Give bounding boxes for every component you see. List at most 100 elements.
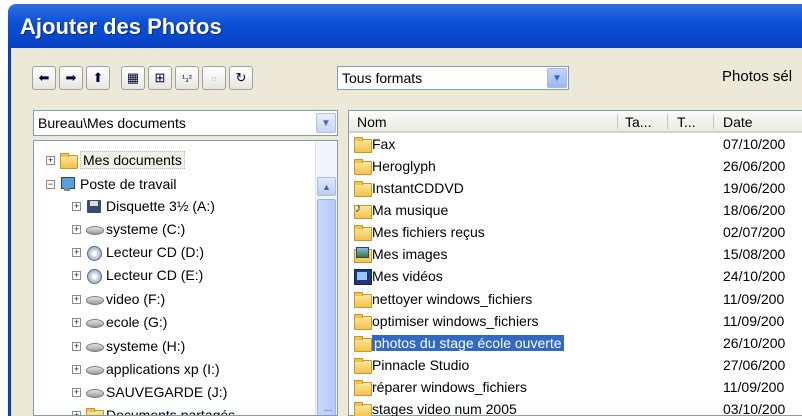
file-name: Heroglyph <box>372 158 436 174</box>
expand-icon[interactable]: + <box>72 341 81 351</box>
tree-item-label: Mes documents <box>80 151 185 169</box>
music-folder-icon <box>353 200 372 219</box>
file-name: Mes vidéos <box>372 268 443 284</box>
list-item[interactable]: stages video num 2005 03/10/200 <box>349 400 802 416</box>
chevron-down-icon[interactable]: ▼ <box>316 113 336 133</box>
column-divider[interactable] <box>617 114 618 129</box>
scroll-up-icon[interactable]: ▲ <box>317 177 336 196</box>
column-header-type[interactable]: T... <box>677 114 696 130</box>
chevron-down-icon[interactable]: ▼ <box>547 68 567 88</box>
view-thumbnails-button[interactable]: ▦ <box>121 66 145 90</box>
file-date: 26/10/200 <box>723 335 786 351</box>
column-header-date[interactable]: Date <box>723 114 753 130</box>
file-name: réparer windows_fichiers <box>372 379 527 395</box>
expand-icon[interactable]: + <box>72 224 81 234</box>
cd-icon <box>85 267 103 284</box>
collapse-icon[interactable]: − <box>46 179 55 189</box>
list-item[interactable]: Mes vidéos 24/10/200 <box>349 267 802 288</box>
toolbar: ⬅ ➡ ⬆ ▦ ⊞ ¹₃² ▫ ↻ <box>32 66 253 92</box>
expand-icon[interactable]: + <box>72 387 81 397</box>
tree-item-drive-c[interactable]: + systeme (C:) <box>72 218 185 240</box>
computer-icon <box>59 176 77 192</box>
column-header-size[interactable]: Ta... <box>625 114 651 130</box>
file-date: 27/06/200 <box>723 357 786 373</box>
tree-item-floppy[interactable]: + Disquette 3½ (A:) <box>72 195 215 217</box>
file-name: InstantCDDVD <box>372 180 464 196</box>
list-item[interactable]: Fax 07/10/200 <box>349 135 802 156</box>
view-tree-button[interactable]: ⊞ <box>148 66 172 90</box>
drive-icon <box>85 338 104 354</box>
folder-up-icon: ⬆ <box>92 70 104 85</box>
file-date: 24/10/200 <box>723 268 786 284</box>
expand-icon[interactable]: + <box>46 155 55 165</box>
drive-icon <box>85 384 104 400</box>
file-name: photos du stage école ouverte <box>372 335 564 351</box>
sort-numeric-icon: ¹₃² <box>182 73 192 83</box>
tree-item-drive-j[interactable]: + SAUVEGARDE (J:) <box>72 381 227 403</box>
list-item[interactable]: Mes fichiers reçus 02/07/200 <box>349 223 802 244</box>
expand-icon[interactable]: + <box>72 294 81 304</box>
folder-icon <box>353 401 372 416</box>
up-folder-button[interactable]: ⬆ <box>86 66 110 90</box>
drive-icon <box>85 314 104 330</box>
list-item[interactable]: Mes images 15/08/200 <box>349 245 802 266</box>
tree-scrollbar[interactable]: ▲ <box>315 141 337 415</box>
expand-icon[interactable]: + <box>72 317 81 327</box>
folder-icon <box>353 136 372 153</box>
tree-item-label: Documents partagés <box>106 407 236 416</box>
tree-item-drive-h[interactable]: + systeme (H:) <box>72 335 185 357</box>
list-item[interactable]: réparer windows_fichiers 11/09/200 <box>349 378 802 399</box>
tree-item-drive-f[interactable]: + video (F:) <box>72 288 165 310</box>
list-header: Nom Ta... T... Date <box>349 111 802 133</box>
column-header-name[interactable]: Nom <box>357 114 387 130</box>
expand-icon[interactable]: + <box>72 270 81 280</box>
list-item[interactable]: Ma musique 18/06/200 <box>349 200 802 222</box>
drive-icon <box>85 221 104 237</box>
tree-item-drive-e[interactable]: + Lecteur CD (E:) <box>72 264 203 286</box>
tree-item-drive-g[interactable]: + ecole (G:) <box>72 311 167 333</box>
tree-item-label: ecole (G:) <box>106 314 168 330</box>
file-name: Mes fichiers reçus <box>372 224 485 240</box>
file-date: 26/06/200 <box>723 158 786 174</box>
tree-item-label: applications xp (I:) <box>106 361 220 377</box>
tree-item-label: systeme (C:) <box>106 221 186 237</box>
folder-icon <box>353 158 372 175</box>
folder-icon <box>353 180 372 197</box>
expand-icon[interactable]: + <box>72 201 81 211</box>
tree-item-label: Poste de travail <box>80 176 177 192</box>
expand-icon[interactable]: + <box>72 410 81 415</box>
arrow-left-icon: ⬅ <box>38 70 50 85</box>
expand-icon[interactable]: + <box>72 247 81 257</box>
back-button[interactable]: ⬅ <box>32 66 56 90</box>
refresh-icon: ↻ <box>235 70 247 85</box>
expand-icon[interactable]: + <box>72 364 81 374</box>
folder-icon <box>85 407 104 415</box>
format-select[interactable]: Tous formats ▼ <box>337 66 569 90</box>
scroll-thumb[interactable] <box>317 199 336 415</box>
pictures-folder-icon <box>353 246 372 263</box>
column-divider[interactable] <box>713 114 714 129</box>
file-date: 11/09/200 <box>723 313 785 329</box>
folder-icon <box>353 313 372 330</box>
tree-item-drive-i[interactable]: + applications xp (I:) <box>72 358 220 380</box>
refresh-button[interactable]: ↻ <box>229 66 253 90</box>
tree-item-label: Disquette 3½ (A:) <box>106 198 215 214</box>
blank-icon: ▫ <box>211 70 217 86</box>
file-name: nettoyer windows_fichiers <box>372 291 533 307</box>
tree-item-poste-de-travail[interactable]: − Poste de travail <box>46 173 177 195</box>
file-name: Pinnacle Studio <box>372 357 470 373</box>
tree-item-documents-partages[interactable]: + Documents partagés <box>72 404 236 416</box>
path-dropdown[interactable]: Bureau\Mes documents ▼ <box>33 110 338 136</box>
list-item[interactable]: InstantCDDVD 19/06/200 <box>349 179 802 200</box>
arrow-right-icon: ➡ <box>65 70 77 85</box>
list-item[interactable]: nettoyer windows_fichiers 11/09/200 <box>349 290 802 311</box>
list-item[interactable]: optimiser windows_fichiers 11/09/200 <box>349 312 802 333</box>
list-item-selected[interactable]: photos du stage école ouverte 26/10/200 <box>349 334 802 355</box>
list-item[interactable]: Heroglyph 26/06/200 <box>349 157 802 178</box>
forward-button[interactable]: ➡ <box>59 66 83 90</box>
list-item[interactable]: Pinnacle Studio 27/06/200 <box>349 356 802 377</box>
sort-button[interactable]: ¹₃² <box>175 66 199 90</box>
tree-item-mes-documents[interactable]: + Mes documents <box>46 149 185 171</box>
tree-item-drive-d[interactable]: + Lecteur CD (D:) <box>72 241 204 263</box>
column-divider[interactable] <box>667 114 668 129</box>
